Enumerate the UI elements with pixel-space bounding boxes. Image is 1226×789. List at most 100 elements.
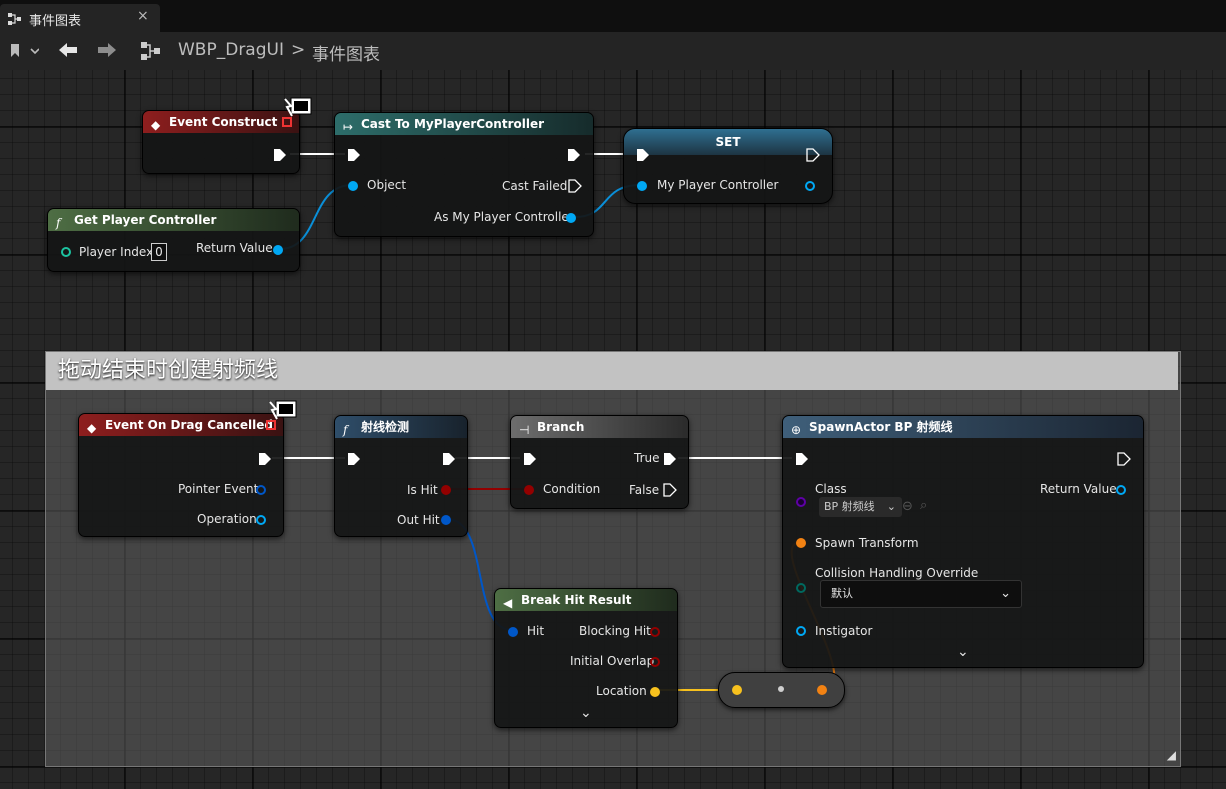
- node-conversion[interactable]: [718, 672, 845, 708]
- struct-out-pin[interactable]: [256, 485, 266, 495]
- exec-false-pin[interactable]: [663, 483, 677, 497]
- client-server-icon: [268, 400, 298, 426]
- node-title: 射线检测: [361, 420, 410, 434]
- class-pin[interactable]: [796, 497, 806, 507]
- tab-bar: 事件图表 ×: [0, 0, 1226, 32]
- node-spawn-actor[interactable]: ⊕ SpawnActor BP 射频线 Class BP 射频线 ⌄ ⊖ ⌕ R…: [782, 415, 1144, 668]
- bool-out-pin[interactable]: [650, 657, 660, 667]
- struct-out-pin[interactable]: [441, 515, 451, 525]
- exec-out-pin[interactable]: [1117, 452, 1131, 466]
- pin-label: Object: [367, 178, 407, 192]
- expand-chevron-icon[interactable]: ⌄: [580, 706, 592, 720]
- exec-out-pin[interactable]: [258, 452, 272, 466]
- bool-pin[interactable]: [524, 485, 534, 495]
- node-title: Cast To MyPlayerController: [361, 117, 545, 131]
- search-icon[interactable]: ⌕: [920, 499, 927, 513]
- node-get-player-controller[interactable]: f Get Player Controller Player Index 0 R…: [47, 208, 300, 272]
- bool-out-pin[interactable]: [441, 485, 451, 495]
- spawn-icon: ⊕: [791, 423, 802, 437]
- breadcrumb-blueprint[interactable]: WBP_DragUI: [178, 40, 284, 60]
- exec-out-pin[interactable]: [567, 148, 581, 162]
- object-out-pin[interactable]: [566, 213, 576, 223]
- pin-label: Collision Handling Override: [815, 566, 979, 580]
- node-title: Get Player Controller: [74, 213, 217, 227]
- int-pin[interactable]: [61, 247, 71, 257]
- graph-icon: [140, 41, 162, 65]
- graph-canvas[interactable]: 拖动结束时创建射频线 ◢ ◆ Event Construct ↦ Cast To…: [0, 70, 1226, 789]
- node-event-construct[interactable]: ◆ Event Construct: [142, 110, 300, 174]
- chevron-down-icon: ⌄: [1000, 586, 1011, 601]
- pin-label: True: [634, 451, 660, 465]
- pin-label: Out Hit: [397, 513, 440, 527]
- node-break-hit-result[interactable]: ◀ Break Hit Result Hit Blocking Hit Init…: [494, 588, 678, 728]
- node-header: f Get Player Controller: [48, 209, 299, 231]
- node-header: ⊣ Branch: [511, 416, 688, 438]
- pin-label: Hit: [527, 624, 545, 638]
- object-out-pin[interactable]: [805, 181, 815, 191]
- exec-out-pin[interactable]: [442, 452, 456, 466]
- collision-dropdown[interactable]: 默认 ⌄: [820, 580, 1022, 608]
- bookmark-icon[interactable]: [9, 42, 40, 64]
- bool-out-pin[interactable]: [650, 627, 660, 637]
- exec-out-pin[interactable]: [806, 148, 820, 162]
- event-icon: ◆: [87, 421, 97, 435]
- object-out-pin[interactable]: [273, 245, 283, 255]
- node-header: ◀ Break Hit Result: [495, 589, 677, 611]
- player-index-input[interactable]: 0: [151, 243, 167, 261]
- event-icon: ◆: [151, 118, 161, 132]
- exec-true-pin[interactable]: [663, 452, 677, 466]
- pin-label: Class: [815, 482, 847, 496]
- node-cast-to-playercontroller[interactable]: ↦ Cast To MyPlayerController Object Cast…: [334, 112, 594, 237]
- close-icon[interactable]: ×: [137, 8, 149, 24]
- exec-in-pin[interactable]: [795, 452, 809, 466]
- breadcrumb-separator: >: [291, 40, 306, 60]
- breadcrumb-graph[interactable]: 事件图表: [312, 40, 380, 65]
- pin-label: Return Value: [1040, 482, 1117, 496]
- node-title: SpawnActor BP 射频线: [809, 420, 953, 434]
- pin-label: As My Player Controller: [434, 210, 574, 224]
- pin-label: Spawn Transform: [815, 536, 919, 550]
- node-title: Event Construct: [169, 115, 278, 129]
- back-arrow-icon[interactable]: [57, 41, 79, 63]
- expand-chevron-icon[interactable]: ⌄: [957, 645, 969, 659]
- pin-label: Player Index: [79, 245, 154, 259]
- cast-failed-pin[interactable]: [568, 179, 582, 193]
- vector-out-pin[interactable]: [650, 687, 660, 697]
- tab-event-graph[interactable]: 事件图表 ×: [0, 4, 160, 32]
- use-selected-icon[interactable]: ⊖: [902, 500, 913, 514]
- blueprint-editor: 事件图表 × WBP_DragUI > 事件图表 拖动结束时创建射频线 ◢ ◆ …: [0, 0, 1226, 789]
- node-branch[interactable]: ⊣ Branch True Condition False: [510, 415, 689, 509]
- class-dropdown[interactable]: BP 射频线 ⌄: [819, 497, 902, 517]
- object-pin[interactable]: [796, 626, 806, 636]
- byte-pin[interactable]: [796, 583, 806, 593]
- vector-pin[interactable]: [732, 685, 742, 695]
- node-line-trace[interactable]: f 射线检测 Is Hit Out Hit: [334, 415, 468, 537]
- forward-arrow-icon[interactable]: [96, 41, 118, 63]
- client-server-icon: [283, 97, 313, 123]
- node-title: Branch: [537, 420, 585, 434]
- object-pin[interactable]: [348, 181, 358, 191]
- node-event-on-drag-cancelled[interactable]: ◆ Event On Drag Cancelled Pointer Event …: [78, 413, 284, 537]
- exec-in-pin[interactable]: [523, 452, 537, 466]
- struct-pin[interactable]: [508, 627, 518, 637]
- transform-pin[interactable]: [796, 538, 806, 548]
- exec-in-pin[interactable]: [347, 148, 361, 162]
- pin-label: Operation: [197, 512, 257, 526]
- pin-label: Is Hit: [407, 483, 438, 497]
- node-title: SET: [715, 135, 741, 149]
- pin-label: Initial Overlap: [570, 654, 655, 668]
- pin-label: Cast Failed: [502, 179, 568, 193]
- pin-label: Pointer Event: [178, 482, 259, 496]
- object-pin[interactable]: [637, 181, 647, 191]
- object-out-pin[interactable]: [1116, 485, 1126, 495]
- node-set-variable[interactable]: SET My Player Controller: [623, 128, 833, 204]
- exec-in-pin[interactable]: [347, 452, 361, 466]
- transform-out-pin[interactable]: [817, 685, 827, 695]
- node-header: f 射线检测: [335, 416, 467, 438]
- function-icon: f: [343, 423, 348, 437]
- node-header: ◆ Event Construct: [143, 111, 299, 133]
- exec-in-pin[interactable]: [636, 148, 650, 162]
- exec-out-pin[interactable]: [273, 148, 287, 162]
- object-out-pin[interactable]: [256, 515, 266, 525]
- chevron-down-icon: ⌄: [886, 500, 896, 513]
